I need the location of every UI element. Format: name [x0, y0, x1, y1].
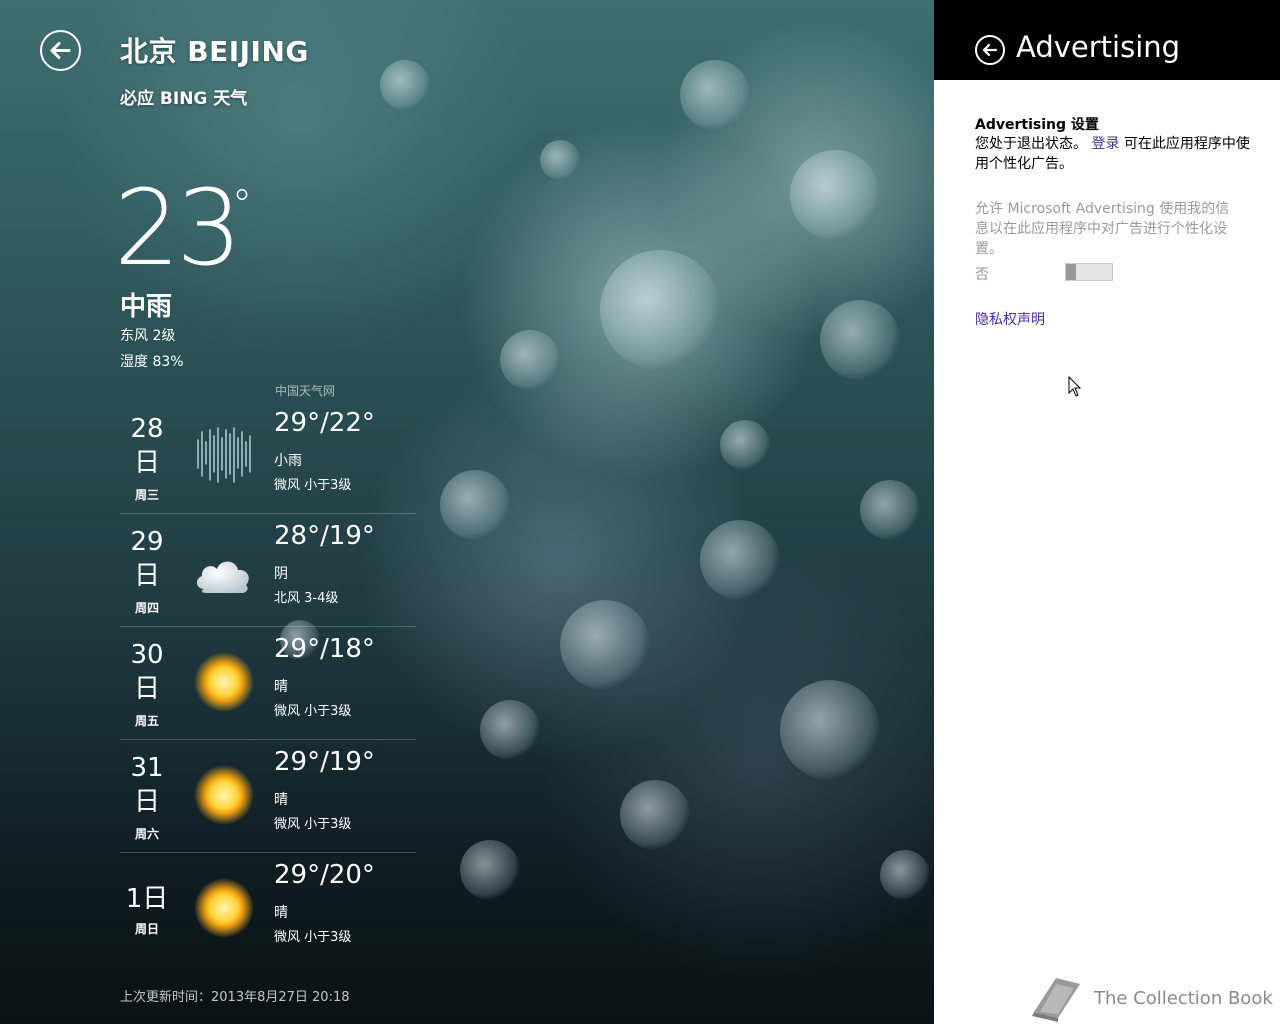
flyout-header: Advertising [934, 0, 1280, 80]
back-arrow-icon [50, 42, 71, 59]
forecast-wind: 微风 小于3级 [274, 930, 352, 945]
settings-heading: Advertising 设置 [975, 117, 1099, 133]
current-temperature: 23 [114, 167, 242, 289]
current-humidity: 湿度 83% [120, 354, 184, 370]
back-arrow-icon [982, 43, 998, 57]
forecast-date-suffix: 日 [133, 448, 160, 478]
forecast-day[interactable]: 28 日 周三 29°/22° 小雨 微风 小于3级 [120, 400, 416, 514]
toggle-state-label: 否 [975, 267, 989, 283]
cloudy-icon [196, 561, 249, 593]
forecast-wind: 微风 小于3级 [274, 478, 352, 493]
forecast-temperature: 29°/20° [274, 860, 375, 890]
current-wind: 东风 2级 [120, 328, 176, 344]
forecast-weekday: 周四 [134, 601, 159, 615]
forecast-condition: 晴 [274, 905, 288, 921]
privacy-statement-link[interactable]: 隐私权声明 [975, 309, 1045, 329]
forecast-day[interactable]: 29 日 周四 28°/19° 阴 北风 3-4级 [120, 513, 416, 627]
forecast-weekday: 周六 [134, 827, 159, 841]
forecast-wind: 北风 3-4级 [274, 591, 339, 606]
advertising-permission-label: 允许 Microsoft Advertising 使用我的信息以在此应用程序中对… [975, 201, 1230, 257]
light-rain-icon [197, 427, 251, 483]
settings-flyout: Advertising Advertising 设置 您处于退出状态。 登录 可… [934, 0, 1280, 1024]
forecast-temperature: 29°/22° [274, 408, 375, 438]
degree-symbol: ° [232, 182, 252, 228]
forecast-date: 28 [130, 414, 164, 444]
forecast-temperature: 29°/19° [274, 747, 375, 777]
weather-app: 北京 BEIJING 必应 BING 天气 23 ° 中雨 东风 2级 湿度 8… [0, 0, 934, 1024]
last-updated: 上次更新时间：2013年8月27日 20:18 [120, 990, 350, 1005]
advertising-toggle[interactable] [1065, 263, 1113, 281]
forecast-weekday: 周五 [134, 714, 159, 728]
screen: 北京 BEIJING 必应 BING 天气 23 ° 中雨 东风 2级 湿度 8… [0, 0, 1280, 1024]
sunny-icon [194, 878, 254, 938]
forecast-wind: 微风 小于3级 [274, 704, 352, 719]
forecast-weekday: 周三 [134, 488, 159, 502]
forecast-date: 30 [130, 640, 164, 670]
mouse-cursor-icon [1068, 376, 1082, 397]
status-prefix: 您处于退出状态。 [975, 136, 1087, 152]
book-logo-icon [1032, 978, 1080, 1022]
forecast-day[interactable]: 1日 周日 29°/20° 晴 微风 小于3级 [120, 852, 416, 965]
forecast-weekday: 周日 [134, 922, 159, 936]
forecast-date: 29 [130, 527, 164, 557]
back-button[interactable] [40, 30, 81, 71]
forecast-day[interactable]: 30 日 周五 29°/18° 晴 微风 小于3级 [120, 626, 416, 740]
watermark-text: The Collection Book [1094, 988, 1273, 1009]
forecast-date-suffix: 日 [133, 787, 160, 817]
forecast-temperature: 29°/18° [274, 634, 375, 664]
app-name: 必应 BING 天气 [120, 89, 248, 109]
flyout-title: Advertising [1016, 30, 1181, 64]
current-condition: 中雨 [120, 292, 173, 322]
sunny-icon [194, 765, 254, 825]
signin-link[interactable]: 登录 [1091, 136, 1119, 152]
forecast-condition: 晴 [274, 679, 288, 695]
forecast-day[interactable]: 31 日 周六 29°/19° 晴 微风 小于3级 [120, 739, 416, 853]
forecast-date: 1日 [125, 884, 169, 914]
sunny-icon [194, 652, 254, 712]
flyout-back-button[interactable] [975, 35, 1005, 65]
forecast-condition: 阴 [274, 566, 288, 582]
forecast-source[interactable]: 中国天气网 [275, 382, 335, 399]
forecast-date-suffix: 日 [133, 561, 160, 591]
forecast-date: 31 [130, 753, 164, 783]
signin-status: 您处于退出状态。 登录 可在此应用程序中使用个性化广告。 [975, 134, 1255, 174]
forecast-wind: 微风 小于3级 [274, 817, 352, 832]
forecast-date-suffix: 日 [133, 674, 160, 704]
forecast-condition: 小雨 [274, 453, 302, 469]
city-title: 北京 BEIJING [120, 35, 309, 68]
forecast-condition: 晴 [274, 792, 288, 808]
forecast-temperature: 28°/19° [274, 521, 375, 551]
toggle-thumb [1066, 264, 1076, 280]
